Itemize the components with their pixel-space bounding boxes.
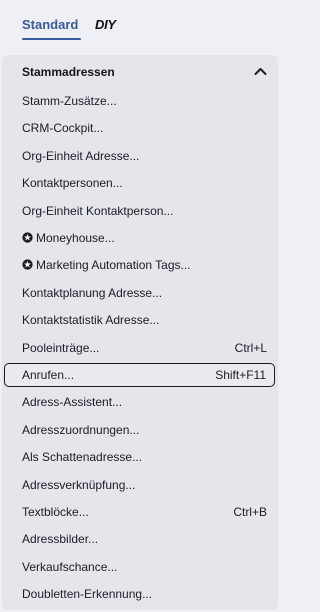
menu-item-shortcut: Ctrl+L — [234, 341, 267, 355]
menu-item[interactable]: Textblöcke... Ctrl+B — [2, 500, 278, 524]
menu-item-label: Adress-Assistent... — [22, 394, 122, 410]
menu-item-label: Adresszuordnungen... — [22, 422, 139, 438]
menu-item[interactable]: Org-Einheit Adresse... — [2, 144, 278, 168]
menu-item-text: Adress-Assistent... — [22, 395, 123, 409]
menu-item-text: Anrufen... — [22, 368, 75, 382]
menu-item-text: Org-Einheit Kontaktperson... — [22, 204, 174, 218]
menu-item[interactable]: Org-Einheit Kontaktperson... — [2, 199, 278, 223]
star-badge-icon — [22, 232, 33, 243]
menu-item-text: CRM-Cockpit... — [22, 121, 104, 135]
tab-diy[interactable]: DIY — [95, 15, 116, 35]
menu-item-text: Kontaktstatistik Adresse... — [22, 313, 160, 327]
menu-item[interactable]: Adresszuordnungen... — [2, 418, 278, 442]
menu-item-text: Kontaktpersonen... — [22, 176, 123, 190]
menu-item-label: Pooleinträge... — [22, 340, 99, 356]
menu-item-label: Als Schattenadresse... — [22, 449, 142, 465]
menu-item-label: Stamm-Zusätze... — [22, 93, 117, 109]
menu-item-text: Org-Einheit Adresse... — [22, 149, 140, 163]
menu-item-text: Adresszuordnungen... — [22, 423, 140, 437]
menu-item[interactable]: Kontaktplanung Adresse... — [2, 281, 278, 305]
menu-item[interactable]: Kontaktstatistik Adresse... — [2, 308, 278, 332]
menu-item-text: Textblöcke... — [22, 505, 89, 519]
menu-item[interactable]: Doubletten-Erkennung... — [2, 582, 278, 606]
menu-item-label: Kontaktpersonen... — [22, 175, 123, 191]
menu-item-label: Kontaktplanung Adresse... — [22, 285, 162, 301]
menu-item[interactable]: Kontaktpersonen... — [2, 171, 278, 195]
menu-item-label: Anrufen... — [22, 367, 74, 383]
tab-active-indicator — [22, 38, 81, 40]
menu-item-label: Marketing Automation Tags... — [22, 257, 191, 273]
menu-item-text: Stamm-Zusätze... — [22, 94, 117, 108]
menu-item[interactable]: CRM-Cockpit... — [2, 116, 278, 140]
menu-item-label: Doubletten-Erkennung... — [22, 586, 152, 602]
menu-item-label: Org-Einheit Kontaktperson... — [22, 203, 173, 219]
menu-item-label: CRM-Cockpit... — [22, 120, 103, 136]
menu-item[interactable]: Moneyhouse... — [2, 226, 278, 250]
menu-item[interactable]: Adressverknüpfung... — [2, 473, 278, 497]
menu-item[interactable]: Verkaufschance... — [2, 555, 278, 579]
mode-tabs: Standard DIY — [0, 0, 279, 54]
menu-item-text: Doubletten-Erkennung... — [22, 587, 153, 601]
menu-item-text: Pooleinträge... — [22, 341, 100, 355]
menu-section-header[interactable]: Stammadressen — [2, 55, 278, 89]
menu-item[interactable]: Adress-Assistent... — [2, 390, 278, 414]
chevron-up-icon[interactable] — [254, 66, 267, 76]
menu-item-label: Kontaktstatistik Adresse... — [22, 312, 159, 328]
menu-item-text: Als Schattenadresse... — [22, 450, 143, 464]
menu-item[interactable]: Anrufen... Shift+F11 — [4, 363, 275, 387]
menu-section-title: Stammadressen — [22, 65, 115, 79]
tab-standard[interactable]: Standard — [22, 15, 78, 35]
menu-item-text: Marketing Automation Tags... — [36, 258, 191, 272]
menu-item-label: Textblöcke... — [22, 504, 89, 520]
menu-item[interactable]: Adressbilder... — [2, 527, 278, 551]
menu-item-shortcut: Ctrl+B — [233, 505, 267, 519]
menu-item-label: Org-Einheit Adresse... — [22, 148, 139, 164]
menu-item-text: Kontaktplanung Adresse... — [22, 286, 163, 300]
menu-item[interactable]: Marketing Automation Tags... — [2, 253, 278, 277]
menu-item-label: Moneyhouse... — [22, 230, 115, 246]
menu-item-label: Adressverknüpfung... — [22, 477, 135, 493]
menu-item[interactable]: Stamm-Zusätze... — [2, 89, 278, 113]
menu-item-text: Moneyhouse... — [36, 231, 115, 245]
menu-item-label: Adressbilder... — [22, 531, 98, 547]
star-badge-icon — [22, 259, 33, 270]
menu-item-shortcut: Shift+F11 — [215, 368, 266, 382]
menu-item-text: Adressbilder... — [22, 532, 99, 546]
menu-item-label: Verkaufschance... — [22, 559, 117, 575]
stammadressen-menu: Stammadressen Stamm-Zusätze... CRM-Cockpi… — [2, 55, 278, 610]
menu-item-text: Verkaufschance... — [22, 560, 118, 574]
menu-item[interactable]: Pooleinträge... Ctrl+L — [2, 336, 278, 360]
menu-item-text: Adressverknüpfung... — [22, 478, 136, 492]
menu-item[interactable]: Als Schattenadresse... — [2, 445, 278, 469]
